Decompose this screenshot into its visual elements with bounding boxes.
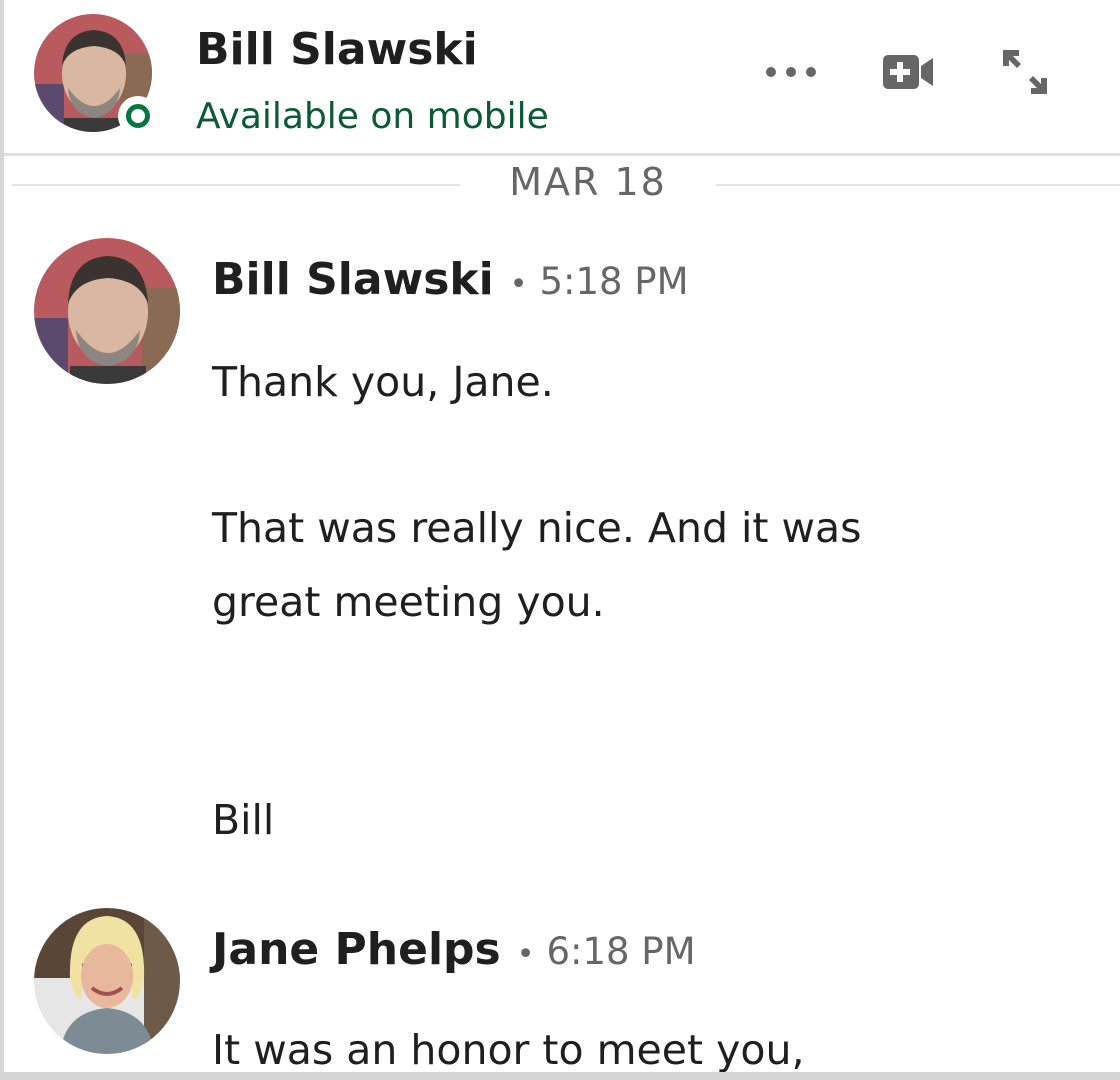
expand-button[interactable] <box>990 36 1060 108</box>
expand-icon <box>1003 50 1047 94</box>
video-call-button[interactable] <box>874 36 944 108</box>
close-button[interactable] <box>1100 36 1120 108</box>
close-icon <box>1108 52 1120 92</box>
message-text: It was an honor to meet you, <box>212 1026 805 1074</box>
divider-line <box>716 184 1120 186</box>
message-text: great meeting you. <box>212 578 605 626</box>
message-text: That was really nice. And it was <box>212 504 862 552</box>
meta-separator: • <box>509 267 528 302</box>
more-options-button[interactable] <box>756 36 826 108</box>
presence-indicator-icon <box>118 96 158 136</box>
conversation-title[interactable]: Bill Slawski <box>196 24 478 75</box>
sender-name[interactable]: Jane Phelps <box>212 924 501 975</box>
presence-status: Available on mobile <box>196 96 549 137</box>
conversation-header: Bill Slawski Available on mobile <box>4 0 1120 156</box>
message-timestamp: 6:18 PM <box>546 930 696 973</box>
divider-line <box>12 184 460 186</box>
window-edge <box>4 1072 1120 1080</box>
meta-separator: • <box>516 937 535 972</box>
message-text: Bill <box>212 796 275 844</box>
video-call-icon <box>883 55 933 89</box>
date-label: MAR 18 <box>509 160 667 204</box>
avatar[interactable] <box>34 238 180 384</box>
message-meta: Jane Phelps • 6:18 PM <box>212 924 696 975</box>
more-icon <box>766 67 816 77</box>
message-text: Thank you, Jane. <box>212 358 554 406</box>
date-divider: MAR 18 <box>4 158 1120 212</box>
avatar[interactable] <box>34 908 180 1054</box>
message-timestamp: 5:18 PM <box>539 260 689 303</box>
chat-window: Bill Slawski Available on mobile MAR 18 … <box>0 0 1120 1080</box>
sender-name[interactable]: Bill Slawski <box>212 254 494 305</box>
message-meta: Bill Slawski • 5:18 PM <box>212 254 689 305</box>
